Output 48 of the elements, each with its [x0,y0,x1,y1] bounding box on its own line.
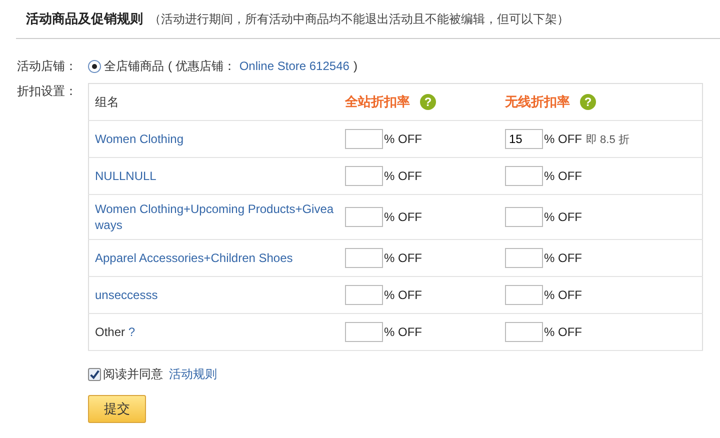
discount-input[interactable] [505,322,543,342]
discount-input[interactable] [345,285,383,305]
section-title: 活动商品及促销规则 [26,10,143,28]
checkbox[interactable] [88,368,101,381]
group-name: Other [95,325,126,339]
store-label: 活动店铺： [17,58,78,74]
unit-label: % OFF [384,210,422,224]
submit-button[interactable]: 提交 [88,395,146,423]
column-header: 全站折扣率 [345,93,410,111]
unit-label: % OFF [544,288,582,302]
agree-text: 阅读并同意 [103,366,163,383]
unit-label: % OFF [544,169,582,183]
discount-input[interactable] [505,207,543,227]
unit-label: % OFF [544,251,582,265]
discount-input[interactable] [345,129,383,149]
store-suffix: ) [353,59,358,73]
discount-label: 折扣设置： [17,83,78,100]
discount-input[interactable] [505,285,543,305]
store-link[interactable]: Online Store 612546 [239,59,350,73]
discount-note: 即 8.5 折 [586,132,630,146]
radio-button[interactable] [88,60,101,72]
help-link[interactable]: ? [128,325,136,339]
column-header: 无线折扣率 [505,93,570,111]
section-note: （活动进行期间，所有活动中商品均不能退出活动且不能被编辑，但可以下架） [149,11,569,28]
discount-input[interactable] [345,166,383,186]
group-link[interactable]: Women Clothing+Upcoming Products+Giveaways [95,201,335,233]
discount-input[interactable]: 15 [505,129,543,149]
group-link[interactable]: Women Clothing [95,131,335,147]
store-option: 全店铺商品 [104,58,164,74]
unit-label: % OFF [384,169,422,183]
group-link[interactable]: Apparel Accessories+Children Shoes [95,250,335,266]
discount-input[interactable] [345,248,383,268]
discount-input[interactable] [345,322,383,342]
unit-label: % OFF [384,288,422,302]
unit-label: % OFF [384,325,422,339]
discount-input[interactable] [505,248,543,268]
unit-label: % OFF [544,210,582,224]
discount-input[interactable] [505,166,543,186]
group-link[interactable]: NULLNULL [95,168,335,184]
column-header: 组名 [95,94,119,110]
unit-label: % OFF [544,325,582,339]
unit-label: % OFF [544,132,582,146]
unit-label: % OFF [384,132,422,146]
rules-link[interactable]: 活动规则 [169,366,217,383]
unit-label: % OFF [384,251,422,265]
store-prefix: ( 优惠店铺： [168,58,236,74]
group-link[interactable]: unseccesss [95,287,335,303]
discount-input[interactable] [345,207,383,227]
